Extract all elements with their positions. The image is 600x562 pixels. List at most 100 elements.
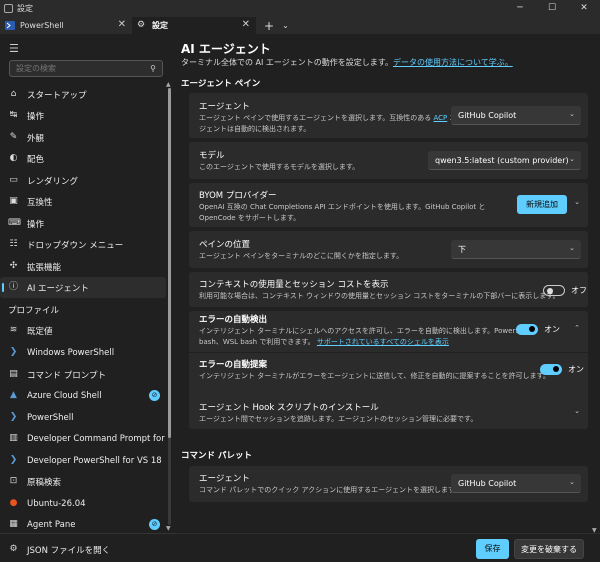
sidebar-item-search-doc[interactable]: ⊡ 原稿検索: [0, 471, 166, 492]
setting-description: エージェント ペインで使用するエージェントを選択します。互換性のある ACP エ…: [199, 113, 464, 135]
ubuntu-icon: ●: [9, 498, 18, 508]
sidebar-scrollbar-thumb[interactable]: [168, 88, 171, 438]
gear-icon: ⚙: [9, 544, 18, 554]
cmd-icon: ▤: [9, 369, 18, 379]
sidebar-item-startup[interactable]: ⌂ スタートアップ: [0, 84, 166, 105]
close-window-button[interactable]: ✕: [568, 0, 600, 17]
tab-close-icon[interactable]: ✕: [242, 19, 250, 30]
open-json-button[interactable]: ⚙ JSON ファイルを開く: [0, 539, 176, 561]
section-agent-pane: エージェント ペイン: [181, 79, 261, 89]
chevron-down-icon[interactable]: ⌄: [574, 198, 580, 206]
sidebar-item-azure-cloud-shell[interactable]: ▲ Azure Cloud Shell ⊘: [0, 385, 166, 406]
scroll-up-icon[interactable]: ▲: [166, 81, 171, 88]
monitor-icon: ▭: [9, 175, 18, 185]
setting-title: BYOM プロバイダー: [199, 191, 277, 201]
sidebar-item-powershell[interactable]: ❯ PowerShell: [0, 407, 166, 428]
profiles-header-label: プロファイル: [8, 305, 60, 316]
data-usage-link[interactable]: データの使用方法について学ぶ。: [393, 58, 513, 67]
sidebar-item-actions[interactable]: ⌨ 操作: [0, 213, 166, 234]
dropdown-value: 下: [458, 244, 466, 254]
position-setting-card: ペインの位置 エージェント ペインをターミナルのどこに開くかを指定します。 下 ⌄: [189, 231, 588, 268]
sidebar-item-label: Agent Pane: [27, 519, 76, 530]
acp-link[interactable]: ACP: [433, 114, 447, 122]
desc-text: ジェントは自動的に検出されます。: [199, 125, 311, 133]
desc-text: OpenAI 互換の Chat Completions API エンドポイントを…: [199, 203, 486, 211]
agent-icon: ▦: [9, 519, 18, 529]
sidebar-item-rendering[interactable]: ▭ レンダリング: [0, 170, 166, 191]
model-dropdown[interactable]: qwen3.5:latest (custom provider) ⌄: [428, 151, 581, 170]
sidebar-item-label: Azure Cloud Shell: [27, 390, 102, 401]
powershell-icon: ❯: [9, 412, 18, 422]
sidebar-item-interaction[interactable]: ↹ 操作: [0, 105, 166, 126]
tab-powershell[interactable]: PowerShell ✕: [0, 17, 132, 34]
setting-description: インテリジェント ターミナルがエラーをエージェントに送信して、修正を自動的に提案…: [199, 372, 550, 380]
sidebar-item-extensions[interactable]: ✣ 拡張機能: [0, 256, 166, 277]
setting-title: モデル: [199, 151, 225, 161]
desc-text: bash、WSL bash で利用できます。: [199, 338, 315, 346]
scroll-down-icon[interactable]: ▼: [166, 525, 171, 532]
sidebar-item-defaults[interactable]: ≋ 既定値: [0, 320, 166, 341]
window-title: 設定: [17, 4, 33, 13]
position-dropdown[interactable]: 下 ⌄: [451, 240, 581, 259]
toggle-knob: [529, 326, 535, 332]
sidebar-item-dev-command-prompt[interactable]: ▥ Developer Command Prompt for: [0, 428, 166, 449]
tab-settings[interactable]: ⚙ 設定 ✕: [132, 17, 256, 34]
palette-agent-dropdown[interactable]: GitHub Copilot ⌄: [451, 474, 581, 493]
search-box[interactable]: ⚲: [9, 60, 163, 77]
context-setting-card: コンテキストの使用量とセッション コストを表示 利用可能な場合は、コンテキスト …: [189, 272, 588, 307]
chevron-down-icon: ⌄: [569, 155, 575, 163]
search-input[interactable]: [16, 64, 136, 73]
sidebar-item-label: Windows PowerShell: [27, 347, 115, 358]
window-controls: ─ ☐ ✕: [504, 0, 600, 17]
supported-shells-link[interactable]: サポートされているすべてのシェルを表示: [317, 338, 449, 346]
toggle-state-label: オン: [568, 365, 584, 374]
card-divider: [189, 352, 588, 353]
puzzle-icon: ✣: [9, 261, 18, 271]
sidebar-item-label: Developer PowerShell for VS 18: [27, 455, 162, 466]
setting-description: このエージェントで使用するモデルを選択します。: [199, 163, 360, 171]
home-icon: ⌂: [10, 89, 17, 99]
sidebar-item-agent-pane[interactable]: ▦ Agent Pane ⊘: [0, 514, 166, 535]
minimize-button[interactable]: ─: [504, 0, 536, 17]
chevron-down-icon[interactable]: ⌄: [574, 407, 580, 415]
byom-setting-card: BYOM プロバイダー OpenAI 互換の Chat Completions …: [189, 183, 588, 227]
sidebar-divider: [0, 533, 176, 534]
chevron-down-icon: ⌄: [569, 244, 575, 252]
sidebar-item-compatibility[interactable]: ▣ 互換性: [0, 191, 166, 212]
error-suggest-toggle[interactable]: [540, 364, 562, 375]
sidebar-item-color-schemes[interactable]: ◐ 配色: [0, 148, 166, 169]
hamburger-menu-icon[interactable]: ☰: [9, 42, 19, 55]
sidebar-item-dropdown-menu[interactable]: ☷ ドロップダウン メニュー: [0, 234, 166, 255]
profiles-header: プロファイル: [0, 299, 166, 320]
chevron-down-icon[interactable]: ⌄: [282, 21, 289, 30]
new-tab-button[interactable]: +: [264, 19, 274, 33]
dev-cmd-icon: ▥: [9, 433, 18, 443]
add-new-button[interactable]: 新規追加: [517, 195, 567, 214]
setting-title: コンテキストの使用量とセッション コストを表示: [199, 280, 389, 290]
page-description-text: ターミナル全体での AI エージェントの動作を設定します。: [181, 58, 393, 67]
context-toggle[interactable]: [543, 285, 565, 296]
dev-ps-icon: ❯: [9, 455, 18, 465]
sidebar-item-appearance[interactable]: ✎ 外観: [0, 127, 166, 148]
dropdown-value: qwen3.5:latest (custom provider): [435, 155, 569, 165]
hook-setting-card[interactable]: エージェント Hook スクリプトのインストール エージェント間でセッションを追…: [189, 394, 588, 429]
app-icon: [4, 4, 13, 13]
gear-icon: ⚙: [137, 20, 146, 30]
sidebar-item-windows-powershell[interactable]: ❯ Windows PowerShell: [0, 342, 166, 363]
tab-close-icon[interactable]: ✕: [118, 19, 126, 30]
save-button[interactable]: 保存: [476, 539, 509, 559]
powershell-icon: ❯: [9, 347, 18, 357]
agent-dropdown[interactable]: GitHub Copilot ⌄: [451, 106, 581, 125]
search-doc-icon: ⊡: [9, 476, 18, 486]
error-detect-toggle[interactable]: [516, 324, 538, 335]
sidebar-item-command-prompt[interactable]: ▤ コマンド プロンプト: [0, 364, 166, 385]
sidebar-item-ai-agent[interactable]: ⓘ AI エージェント: [0, 277, 166, 298]
maximize-button[interactable]: ☐: [536, 0, 568, 17]
discard-changes-button[interactable]: 変更を破棄する: [514, 539, 584, 559]
sidebar-item-label: 外観: [27, 133, 45, 144]
sidebar-item-dev-powershell[interactable]: ❯ Developer PowerShell for VS 18: [0, 450, 166, 471]
sidebar-item-label: スタートアップ: [27, 90, 87, 101]
chevron-up-icon[interactable]: ⌃: [574, 324, 580, 332]
sidebar-item-ubuntu[interactable]: ● Ubuntu-26.04: [0, 493, 166, 514]
sidebar-item-label: レンダリング: [27, 176, 79, 187]
